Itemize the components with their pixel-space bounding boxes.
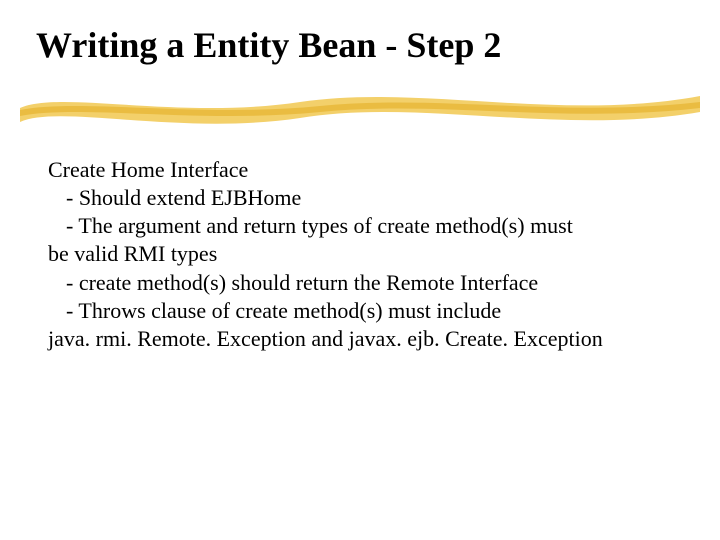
slide-title: Writing a Entity Bean - Step 2 (36, 26, 501, 66)
lead-line: Create Home Interface (48, 156, 672, 184)
wrap-line: be valid RMI types (48, 240, 672, 268)
wrap-line: java. rmi. Remote. Exception and javax. … (48, 325, 672, 353)
slide: Writing a Entity Bean - Step 2 Create Ho… (0, 0, 720, 540)
body-text: Create Home Interface - Should extend EJ… (48, 156, 672, 353)
bullet-line: - Should extend EJBHome (48, 184, 672, 212)
bullet-line: - The argument and return types of creat… (48, 212, 672, 240)
bullet-line: - create method(s) should return the Rem… (48, 269, 672, 297)
brush-underline-icon (0, 78, 720, 138)
bullet-line: - Throws clause of create method(s) must… (48, 297, 672, 325)
